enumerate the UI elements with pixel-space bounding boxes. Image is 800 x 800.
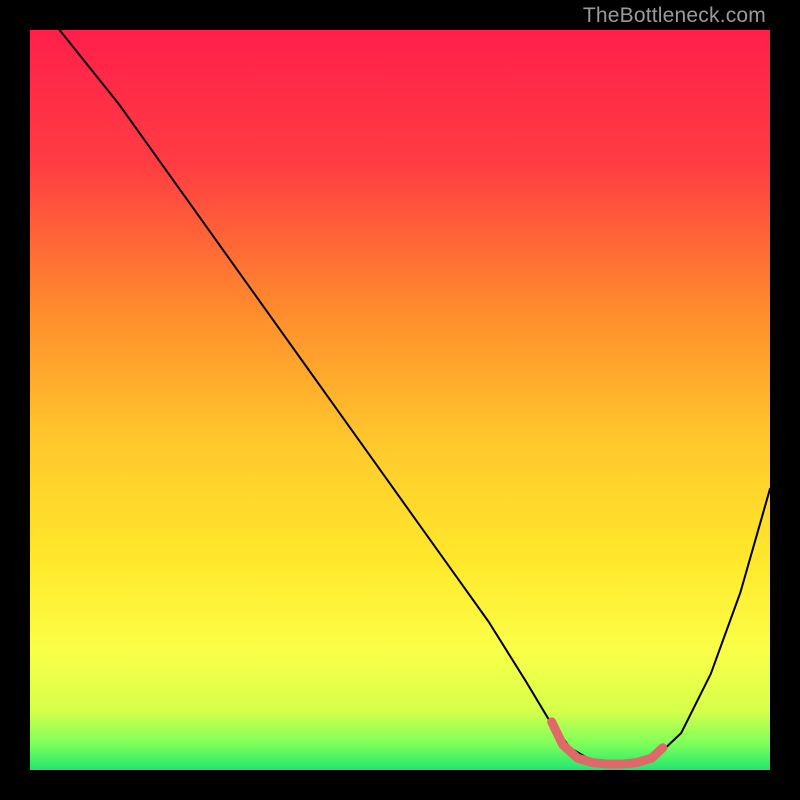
plot-area — [30, 30, 770, 770]
watermark-text: TheBottleneck.com — [583, 4, 766, 28]
background-gradient — [30, 30, 770, 770]
chart-frame: TheBottleneck.com — [0, 0, 800, 800]
